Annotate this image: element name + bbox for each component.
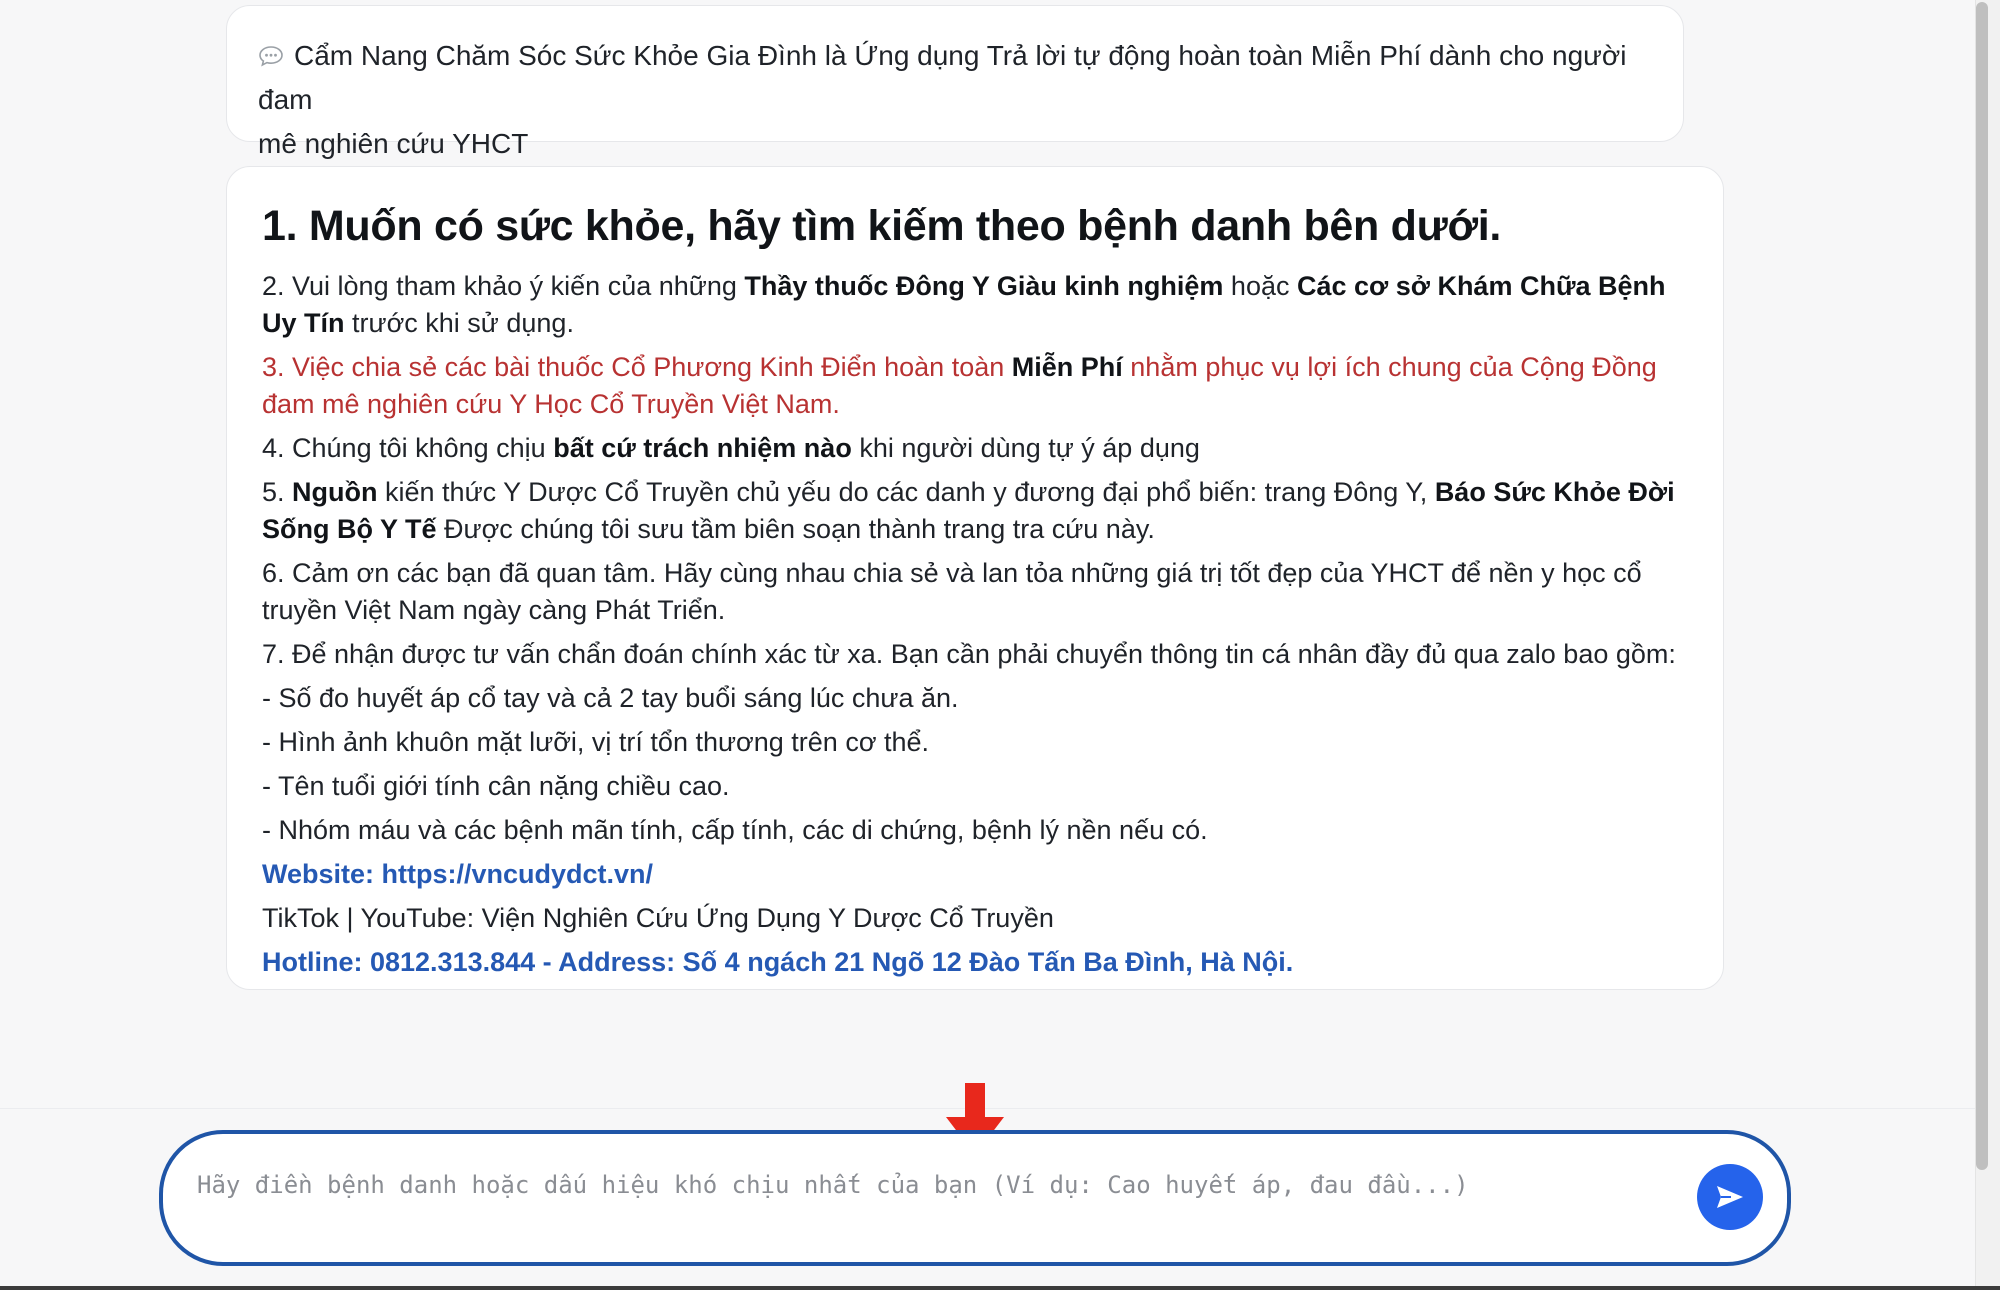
send-arrow-icon bbox=[1717, 1186, 1743, 1208]
symptom-search-input[interactable] bbox=[195, 1162, 1649, 1208]
speech-bubble-icon bbox=[258, 36, 284, 67]
answer-item-4: 4. Chúng tôi không chịu bất cứ trách nhi… bbox=[262, 430, 1689, 467]
message-composer bbox=[159, 1130, 1791, 1266]
bullet-item: - Hình ảnh khuôn mặt lưỡi, vị trí tổn th… bbox=[262, 727, 930, 757]
answer-heading: 1. Muốn có sức khỏe, hãy tìm kiếm theo b… bbox=[262, 202, 1502, 250]
item-4-bold-b: bất cứ trách nhiệm nào bbox=[553, 433, 852, 463]
bullet-item: - Số đo huyết áp cổ tay và cả 2 tay buổi… bbox=[262, 683, 959, 713]
bullet-item: - Tên tuổi giới tính cân nặng chiều cao. bbox=[262, 771, 730, 801]
social-channels: TikTok | YouTube: Viện Nghiên Cứu Ứng Dụ… bbox=[262, 903, 1054, 933]
window-bottom-edge bbox=[0, 1286, 2000, 1290]
intro-message-bubble: Cẩm Nang Chăm Sóc Sức Khỏe Gia Đình là Ứ… bbox=[226, 5, 1684, 159]
intro-line-2: mê nghiên cứu YHCT bbox=[258, 128, 529, 159]
answer-card: 1. Muốn có sức khỏe, hãy tìm kiếm theo b… bbox=[226, 166, 1724, 990]
answer-item-5: 5. Nguồn kiến thức Y Dược Cổ Truyền chủ … bbox=[262, 474, 1689, 548]
website-link[interactable]: Website: https://vncudydct.vn/ bbox=[262, 856, 1689, 893]
item-2-text-a: 2. Vui lòng tham khảo ý kiến của những bbox=[262, 271, 745, 301]
answer-item-3: 3. Việc chia sẻ các bài thuốc Cổ Phương … bbox=[262, 349, 1689, 423]
send-button[interactable] bbox=[1697, 1164, 1763, 1230]
intro-line-1: Cẩm Nang Chăm Sóc Sức Khỏe Gia Đình là Ứ… bbox=[258, 40, 1627, 115]
item-5-text-c: kiến thức Y Dược Cổ Truyền chủ yếu do cá… bbox=[377, 477, 1435, 507]
answer-item-6: 6. Cảm ơn các bạn đã quan tâm. Hãy cùng … bbox=[262, 558, 1642, 625]
hotline-address: Hotline: 0812.313.844 - Address: Số 4 ng… bbox=[262, 947, 1294, 977]
bullet-item: - Nhóm máu và các bệnh mãn tính, cấp tín… bbox=[262, 815, 1208, 845]
item-2-bold-b: Thầy thuốc Đông Y Giàu kinh nghiệm bbox=[744, 271, 1224, 301]
item-4-text-c: khi người dùng tự ý áp dụng bbox=[851, 433, 1200, 463]
answer-item-7: 7. Để nhận được tư vấn chẩn đoán chính x… bbox=[262, 639, 1676, 669]
page-scrollbar-thumb[interactable] bbox=[1976, 2, 1988, 1170]
item-2-text-e: trước khi sử dụng. bbox=[344, 308, 574, 338]
item-5-bold-b: Nguồn bbox=[292, 477, 378, 507]
answer-item-2: 2. Vui lòng tham khảo ý kiến của những T… bbox=[262, 268, 1689, 342]
item-3-text-a: 3. Việc chia sẻ các bài thuốc Cổ Phương … bbox=[262, 352, 1012, 382]
item-2-text-c: hoặc bbox=[1223, 271, 1297, 301]
item-5-text-a: 5. bbox=[262, 477, 293, 507]
item-4-text-a: 4. Chúng tôi không chịu bbox=[262, 433, 554, 463]
item-5-text-e: Được chúng tôi sưu tầm biên soạn thành t… bbox=[436, 514, 1155, 544]
item-3-bold-b: Miễn Phí bbox=[1011, 352, 1123, 382]
